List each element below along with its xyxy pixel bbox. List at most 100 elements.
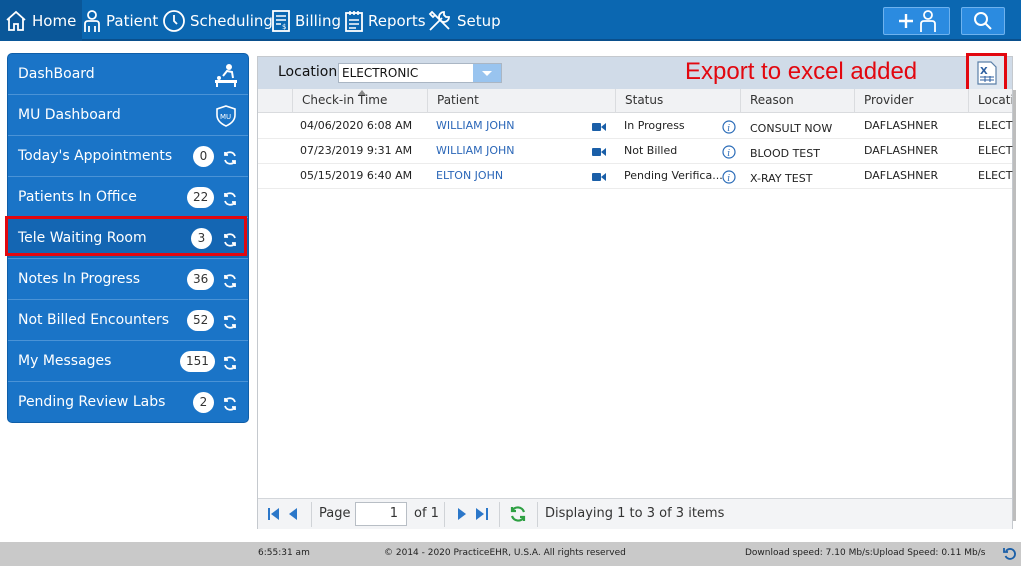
count-badge: 2 [193, 392, 214, 413]
checkin-time-cell: 07/23/2019 9:31 AM [300, 144, 413, 157]
nav-patient[interactable]: Patient [82, 6, 158, 36]
sidebar-item-label: DashBoard [18, 66, 95, 82]
column-header-patient[interactable]: Patient [437, 93, 479, 107]
vertical-scrollbar[interactable] [1013, 90, 1016, 521]
pager-separator [499, 502, 500, 527]
patient-name-link[interactable]: WILLIAM JOHN [436, 144, 515, 157]
sidebar-item-patients-in-office[interactable]: Patients In Office 22 [8, 177, 248, 218]
status-cell: Pending Verifica... [624, 169, 723, 182]
count-badge: 36 [187, 269, 215, 290]
patient-icon [84, 10, 100, 32]
sidebar-item-not-billed-encounters[interactable]: Not Billed Encounters 52 [8, 300, 248, 341]
info-icon[interactable]: i [722, 145, 736, 159]
column-separator [292, 89, 293, 113]
page-of-label: of 1 [414, 506, 439, 521]
reports-icon [345, 11, 363, 32]
pager-separator [444, 502, 445, 527]
search-button[interactable] [961, 7, 1005, 35]
video-camera-icon[interactable] [592, 122, 606, 132]
excel-icon: X [976, 60, 997, 85]
svg-text:i: i [727, 149, 730, 159]
video-camera-icon[interactable] [592, 147, 606, 157]
sidebar-item-my-messages[interactable]: My Messages 151 [8, 341, 248, 382]
sidebar-item-dashboard[interactable]: DashBoard [8, 54, 248, 95]
page-label: Page [319, 506, 351, 521]
table-row[interactable]: 04/06/2020 6:08 AM WILLIAM JOHN In Progr… [258, 114, 1012, 139]
table-row[interactable]: 07/23/2019 9:31 AM WILLIAM JOHN Not Bill… [258, 139, 1012, 164]
sidebar-item-label: Today's Appointments [18, 148, 173, 164]
status-footer: 6:55:31 am © 2014 - 2020 PracticeEHR, U.… [0, 542, 1021, 566]
svg-text:$: $ [282, 23, 286, 31]
video-camera-icon[interactable] [592, 172, 606, 182]
location-value: ELECTRONIC [342, 66, 419, 80]
location-select[interactable]: ELECTRONIC [338, 63, 502, 83]
previous-page-icon[interactable] [289, 508, 298, 520]
sidebar-item-label: My Messages [18, 353, 112, 369]
next-page-icon[interactable] [458, 508, 467, 520]
count-badge: 151 [180, 351, 215, 372]
provider-cell: DAFLASHNER [864, 144, 939, 157]
table-row[interactable]: 05/15/2019 6:40 AM ELTON JOHN Pending Ve… [258, 164, 1012, 189]
first-page-icon[interactable] [268, 508, 280, 520]
refresh-icon[interactable] [222, 191, 238, 207]
export-excel-button[interactable]: X [966, 53, 1007, 92]
pager-separator [311, 502, 312, 527]
reset-icon[interactable] [1003, 547, 1017, 561]
column-separator [615, 89, 616, 113]
sidebar-item-label: MU Dashboard [18, 107, 121, 123]
footer-time: 6:55:31 am [258, 548, 310, 558]
nav-patient-label: Patient [106, 12, 159, 30]
refresh-icon[interactable] [222, 150, 238, 166]
svg-text:i: i [727, 174, 730, 184]
sidebar-item-notes-in-progress[interactable]: Notes In Progress 36 [8, 259, 248, 300]
refresh-icon[interactable] [222, 396, 238, 412]
nav-scheduling[interactable]: Scheduling [162, 6, 273, 36]
chevron-down-icon [482, 71, 492, 76]
column-separator [854, 89, 855, 113]
refresh-icon[interactable] [509, 505, 527, 523]
column-header-checkin[interactable]: Check-in Time [302, 93, 387, 107]
nav-reports[interactable]: Reports [344, 6, 426, 36]
location-cell: ELECT [978, 169, 1013, 182]
refresh-icon[interactable] [222, 355, 238, 371]
location-cell: ELECT [978, 119, 1013, 132]
footer-connection-speed: Download speed: 7.10 Mb/s:Upload Speed: … [745, 548, 986, 558]
panel-toolbar: Location ELECTRONIC Export to excel adde… [258, 53, 1012, 92]
refresh-icon[interactable] [222, 314, 238, 330]
nav-setup[interactable]: Setup [427, 6, 501, 36]
nav-home-label: Home [32, 11, 77, 30]
footer-copyright: © 2014 - 2020 PracticeEHR, U.S.A. All ri… [384, 548, 626, 558]
clock-icon [163, 10, 185, 32]
sidebar-item-pending-review-labs[interactable]: Pending Review Labs 2 [8, 382, 248, 422]
nav-reports-label: Reports [368, 12, 426, 30]
location-label: Location [278, 64, 338, 80]
patient-name-link[interactable]: WILLIAM JOHN [436, 119, 515, 132]
column-header-reason[interactable]: Reason [750, 93, 794, 107]
last-page-icon[interactable] [476, 508, 488, 520]
column-header-location[interactable]: Locatio [978, 93, 1012, 107]
info-icon[interactable]: i [722, 170, 736, 184]
add-user-icon [898, 10, 936, 32]
reason-cell: CONSULT NOW [750, 122, 833, 135]
sidebar-item-todays-appointments[interactable]: Today's Appointments 0 [8, 136, 248, 177]
svg-text:i: i [727, 124, 730, 134]
patient-name-link[interactable]: ELTON JOHN [436, 169, 503, 182]
shield-icon: MU [216, 105, 236, 127]
tools-icon [428, 10, 450, 31]
info-icon[interactable]: i [722, 120, 736, 134]
sort-arrow-icon [358, 90, 366, 95]
page-number-input[interactable]: 1 [355, 502, 407, 526]
nav-home[interactable]: Home [0, 0, 83, 41]
provider-cell: DAFLASHNER [864, 119, 939, 132]
column-separator [427, 89, 428, 113]
column-header-provider[interactable]: Provider [864, 93, 913, 107]
sidebar-item-mu-dashboard[interactable]: MU Dashboard MU [8, 95, 248, 136]
location-dropdown-arrow[interactable] [473, 64, 501, 82]
nav-billing[interactable]: $ Billing [271, 6, 341, 36]
column-header-status[interactable]: Status [625, 93, 663, 107]
search-icon [974, 12, 992, 30]
checkin-time-cell: 04/06/2020 6:08 AM [300, 119, 413, 132]
add-patient-button[interactable] [883, 7, 950, 35]
refresh-icon[interactable] [222, 273, 238, 289]
count-badge: 22 [187, 187, 215, 208]
